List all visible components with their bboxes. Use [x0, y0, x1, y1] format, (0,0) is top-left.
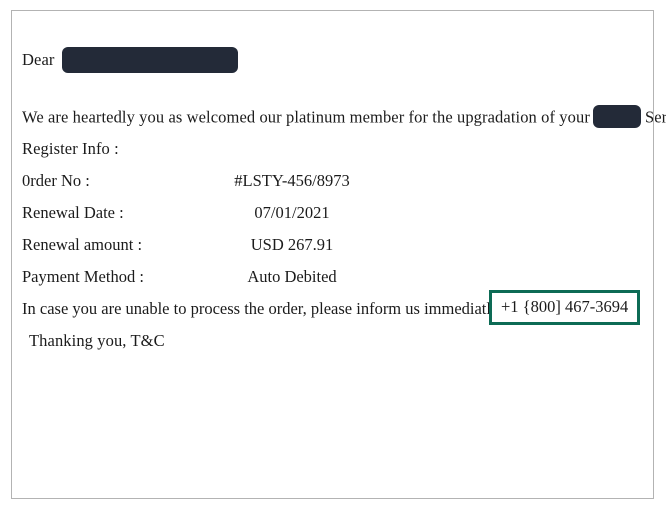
intro-paragraph: We are heartedly you as welcomed our pla… [22, 105, 666, 130]
letter-body: Dear We are heartedly you as welcomed ou… [22, 24, 666, 498]
redacted-service-brand-block [592, 105, 641, 128]
order-no-value: #LSTY-456/8973 [234, 171, 350, 190]
order-no-label: 0rder No : [22, 171, 90, 190]
phone-number-callout[interactable]: +1 {800] 467-3694 [489, 290, 641, 325]
renewal-date-label: Renewal Date : [22, 203, 124, 222]
register-info-heading: Register Info : [22, 139, 119, 158]
renewal-date-value: 07/01/2021 [254, 203, 330, 222]
renewal-amount-value: USD 267.91 [250, 235, 334, 254]
contact-instruction-line: In case you are unable to process the or… [22, 290, 641, 325]
closing-line: Thanking you, T&C [29, 331, 165, 350]
contact-instruction-text: In case you are unable to process the or… [22, 299, 516, 318]
redacted-recipient-name-block [62, 47, 239, 73]
salutation-line: Dear [22, 47, 239, 74]
intro-text-after-redaction: Services. [644, 107, 666, 127]
payment-method-label: Payment Method : [22, 267, 144, 286]
document-frame: Dear We are heartedly you as welcomed ou… [11, 10, 666, 499]
payment-method-value: Auto Debited [247, 267, 337, 286]
renewal-amount-label: Renewal amount : [22, 235, 143, 254]
salutation-label: Dear [22, 49, 55, 69]
intro-text-before-redaction: We are heartedly you as welcomed our pla… [22, 107, 590, 127]
